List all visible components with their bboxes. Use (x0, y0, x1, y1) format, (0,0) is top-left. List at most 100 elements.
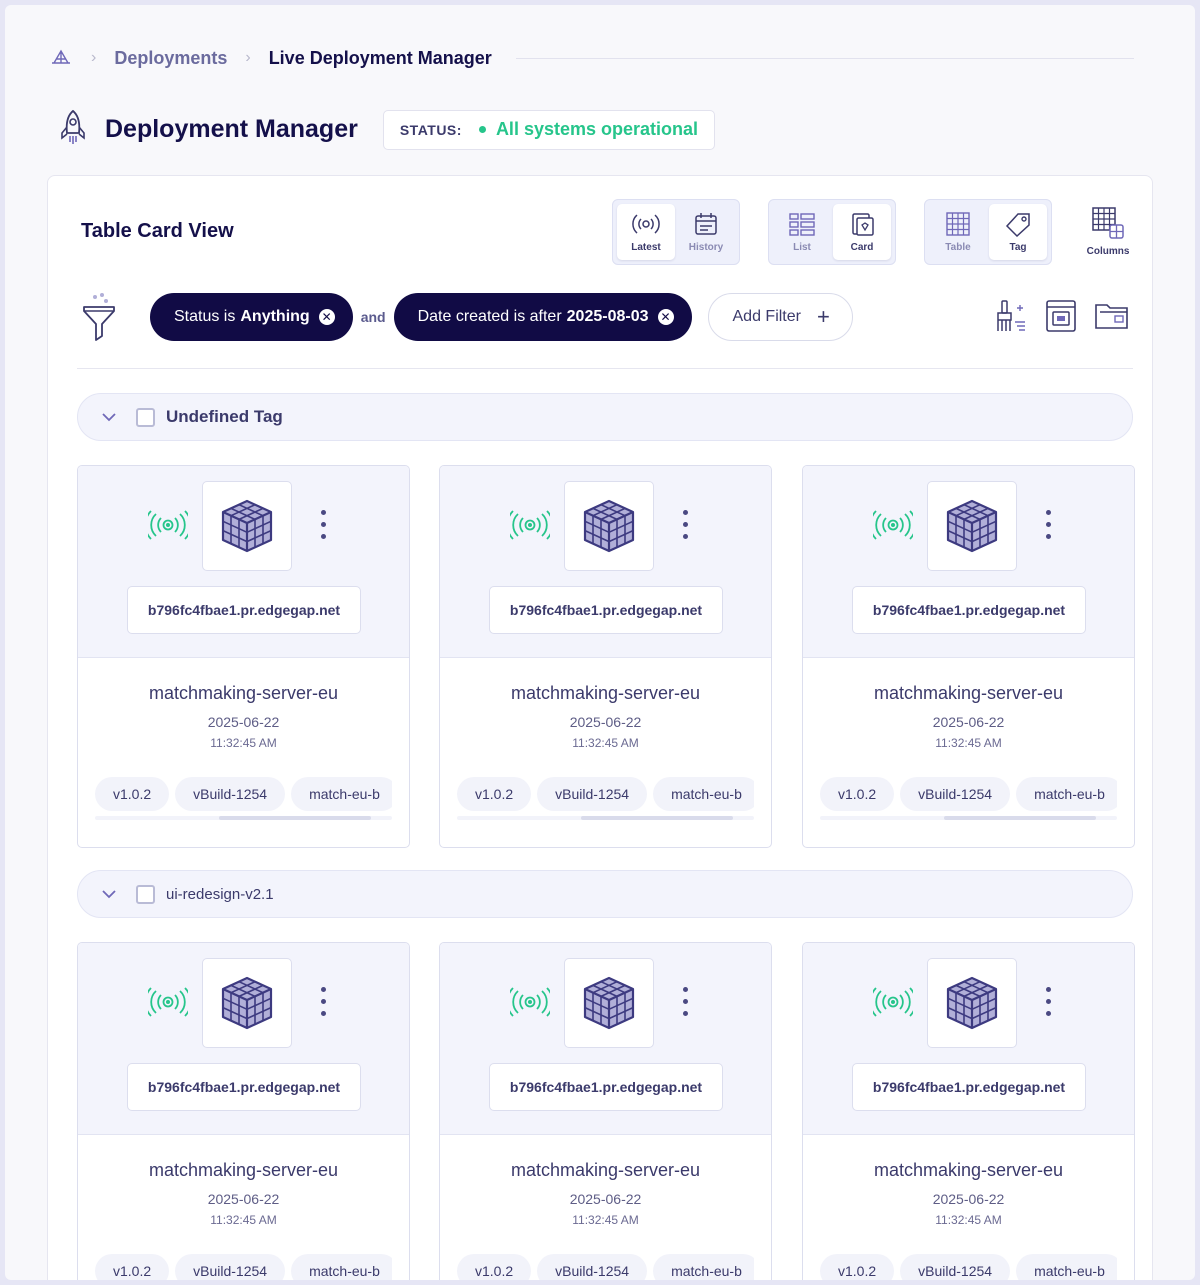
more-options-icon[interactable] (683, 510, 689, 539)
tag-chip[interactable]: v1.0.2 (95, 777, 170, 811)
deployment-name: matchmaking-server-eu (873, 1160, 1064, 1180)
deployment-date: 2025-06-22 (207, 1191, 280, 1207)
deployment-date: 2025-06-22 (207, 714, 280, 730)
tags-scrollbar[interactable] (95, 816, 392, 820)
deployment-card[interactable]: b796fc4fbae1.pr.edgegap.net matchmaking-… (77, 465, 410, 848)
hostname[interactable]: b796fc4fbae1.pr.edgegap.net (852, 586, 1086, 634)
tag-chip[interactable]: v1.0.2 (457, 777, 532, 811)
remove-filter-icon[interactable]: ✕ (657, 309, 674, 325)
hostname[interactable]: b796fc4fbae1.pr.edgegap.net (489, 1063, 723, 1111)
remove-filter-icon[interactable]: ✕ (318, 309, 335, 325)
folder-icon[interactable] (1093, 298, 1131, 339)
card-toggle[interactable]: Card (833, 204, 891, 260)
deployments-panel: Table Card View Latest History List Card (47, 175, 1153, 1280)
tag-list[interactable]: v1.0.2 vBuild-1254 match-eu-b (820, 777, 1117, 811)
more-options-icon[interactable] (321, 510, 327, 539)
cube-box (564, 958, 654, 1048)
tag-chip[interactable]: v1.0.2 (95, 1254, 170, 1280)
live-signal-icon (144, 987, 192, 1022)
group-checkbox[interactable] (136, 884, 155, 904)
history-label: History (688, 242, 724, 253)
table-toggle[interactable]: Table (929, 204, 987, 260)
tag-list[interactable]: v1.0.2 vBuild-1254 match-eu-b (95, 777, 392, 811)
deployment-name: matchmaking-server-eu (510, 1160, 701, 1180)
broadcast-icon (632, 214, 660, 234)
list-toggle[interactable]: List (773, 204, 831, 260)
chevron-right-icon: › (245, 49, 251, 66)
hostname[interactable]: b796fc4fbae1.pr.edgegap.net (489, 586, 723, 634)
deployment-card[interactable]: b796fc4fbae1.pr.edgegap.net matchmaking-… (77, 942, 410, 1280)
status-dot-icon (478, 126, 486, 133)
card-label: Card (850, 242, 874, 253)
columns-button[interactable]: Columns (1078, 206, 1138, 257)
tag-list[interactable]: v1.0.2 vBuild-1254 match-eu-b (457, 777, 754, 811)
date-filter-chip[interactable]: Date created is after 2025-08-03 ✕ (393, 293, 692, 341)
tag-chip[interactable]: vBuild-1254 (900, 777, 1011, 811)
tag-toggle[interactable]: Tag (989, 204, 1047, 260)
group-checkbox[interactable] (136, 407, 155, 427)
tag-chip[interactable]: vBuild-1254 (175, 777, 286, 811)
tag-chip[interactable]: v1.0.2 (820, 777, 895, 811)
tag-chip[interactable]: v1.0.2 (457, 1254, 532, 1280)
live-signal-icon (869, 987, 917, 1022)
tag-chip[interactable]: vBuild-1254 (175, 1254, 286, 1280)
save-icon[interactable] (1043, 298, 1079, 339)
columns-label: Columns (1086, 246, 1130, 257)
tags-scrollbar[interactable] (457, 816, 754, 820)
latest-toggle[interactable]: Latest (617, 204, 675, 260)
tag-chip[interactable]: vBuild-1254 (537, 1254, 648, 1280)
calendar-icon (695, 213, 717, 235)
deployment-time: 11:32:45 AM (572, 1213, 639, 1227)
group-header-ui-redesign[interactable]: ui-redesign-v2.1 (77, 870, 1133, 918)
more-options-icon[interactable] (1046, 987, 1052, 1016)
chevron-down-icon[interactable] (100, 885, 118, 903)
clear-brush-icon[interactable] (993, 298, 1029, 339)
history-toggle[interactable]: History (677, 204, 735, 260)
live-signal-icon (506, 510, 554, 545)
chevron-down-icon[interactable] (100, 408, 118, 426)
tag-list[interactable]: v1.0.2 vBuild-1254 match-eu-b (820, 1254, 1117, 1280)
chip-prefix: Date created is after (417, 308, 562, 325)
tag-chip[interactable]: vBuild-1254 (900, 1254, 1011, 1280)
tag-chip[interactable]: match-eu-b (653, 1254, 754, 1280)
latest-label: Latest (631, 242, 661, 253)
hostname[interactable]: b796fc4fbae1.pr.edgegap.net (852, 1063, 1086, 1111)
scrollbar-thumb[interactable] (944, 816, 1096, 820)
tag-list[interactable]: v1.0.2 vBuild-1254 match-eu-b (95, 1254, 392, 1280)
live-signal-icon (869, 510, 917, 545)
tag-chip[interactable]: match-eu-b (291, 777, 392, 811)
hostname[interactable]: b796fc4fbae1.pr.edgegap.net (127, 586, 361, 634)
status-filter-chip[interactable]: Status is Anything ✕ (150, 293, 353, 341)
filter-funnel-icon[interactable] (81, 292, 121, 342)
add-filter-button[interactable]: Add Filter + (707, 293, 853, 341)
tag-chip[interactable]: match-eu-b (291, 1254, 392, 1280)
more-options-icon[interactable] (683, 987, 689, 1016)
card-header: b796fc4fbae1.pr.edgegap.net (78, 466, 409, 658)
tag-chip[interactable]: vBuild-1254 (537, 777, 648, 811)
hostname[interactable]: b796fc4fbae1.pr.edgegap.net (127, 1063, 361, 1111)
tags-scrollbar[interactable] (820, 816, 1117, 820)
deployment-card[interactable]: b796fc4fbae1.pr.edgegap.net matchmaking-… (802, 942, 1135, 1280)
breadcrumb: › Deployments › Live Deployment Manager (49, 43, 1134, 73)
chip-prefix: Status is (174, 308, 236, 325)
home-logo-icon[interactable] (49, 46, 73, 70)
group-header-undefined-tag[interactable]: Undefined Tag (77, 393, 1133, 441)
tag-chip[interactable]: v1.0.2 (820, 1254, 895, 1280)
more-options-icon[interactable] (321, 987, 327, 1016)
tag-chip[interactable]: match-eu-b (653, 777, 754, 811)
rubiks-cube-icon (946, 499, 998, 553)
group-toggle-group: Table Tag (924, 199, 1052, 265)
deployment-card[interactable]: b796fc4fbae1.pr.edgegap.net matchmaking-… (439, 465, 772, 848)
tag-list[interactable]: v1.0.2 vBuild-1254 match-eu-b (457, 1254, 754, 1280)
live-signal-icon (506, 987, 554, 1022)
breadcrumb-deployments[interactable]: Deployments (114, 48, 227, 69)
tag-chip[interactable]: match-eu-b (1016, 1254, 1117, 1280)
rubiks-cube-icon (583, 976, 635, 1030)
scrollbar-thumb[interactable] (219, 816, 371, 820)
breadcrumb-current: Live Deployment Manager (268, 47, 492, 68)
tag-chip[interactable]: match-eu-b (1016, 777, 1117, 811)
more-options-icon[interactable] (1046, 510, 1052, 539)
deployment-card[interactable]: b796fc4fbae1.pr.edgegap.net matchmaking-… (439, 942, 772, 1280)
deployment-card[interactable]: b796fc4fbae1.pr.edgegap.net matchmaking-… (802, 465, 1135, 848)
scrollbar-thumb[interactable] (581, 816, 733, 820)
